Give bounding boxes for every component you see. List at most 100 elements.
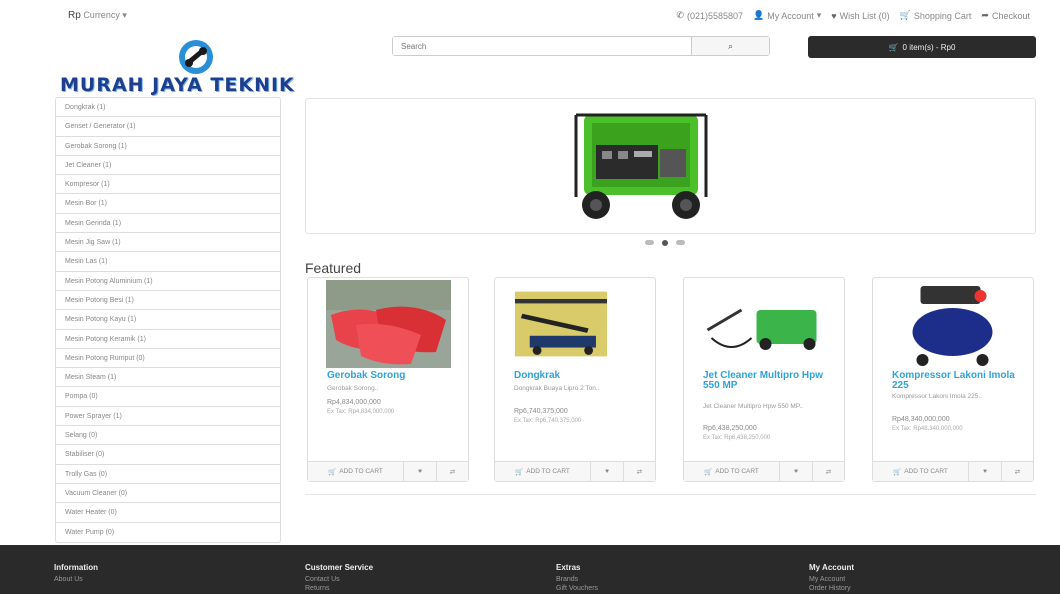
footer-extras: Extras Brands Gift Vouchers xyxy=(556,563,598,593)
category-item[interactable]: Mesin Las (1) xyxy=(56,252,280,272)
slideshow-banner[interactable] xyxy=(305,98,1036,234)
checkout-link[interactable]: ➦ Checkout xyxy=(981,10,1030,21)
checkout-text: Checkout xyxy=(991,10,1030,21)
add-to-cart-label: ADD TO CART xyxy=(715,468,759,475)
slide-dot[interactable] xyxy=(645,240,654,245)
product-card: Jet Cleaner Multipro Hpw 550 MP Jet Clea… xyxy=(683,277,845,482)
product-name[interactable]: Jet Cleaner Multipro Hpw 550 MP xyxy=(703,371,831,391)
category-item[interactable]: Mesin Potong Kayu (1) xyxy=(56,310,280,330)
product-image[interactable] xyxy=(883,280,1023,368)
cart-icon: 🛒 xyxy=(328,468,337,476)
phone-icon: ✆ xyxy=(676,10,684,20)
add-to-cart-button[interactable]: 🛒 ADD TO CART xyxy=(495,462,591,481)
category-item[interactable]: Water Pump (0) xyxy=(56,523,280,542)
cart-icon: 🛒 xyxy=(893,468,902,476)
category-item[interactable]: Stabiliser (0) xyxy=(56,445,280,465)
product-name[interactable]: Gerobak Sorong xyxy=(327,371,455,381)
category-item[interactable]: Mesin Potong Keramik (1) xyxy=(56,330,280,349)
product-description: Gerobak Sorong.. xyxy=(327,385,379,392)
footer-link[interactable]: Returns xyxy=(305,584,373,593)
category-item[interactable]: Water Heater (0) xyxy=(56,503,280,523)
category-item[interactable]: Pompa (0) xyxy=(56,387,280,407)
category-item[interactable]: Mesin Potong Aluminium (1) xyxy=(56,272,280,291)
share-icon: ➦ xyxy=(981,10,989,20)
wishlist-button[interactable]: ♥ xyxy=(591,462,624,481)
category-item[interactable]: Mesin Potong Besi (1) xyxy=(56,291,280,311)
cart-icon: 🛒 xyxy=(899,10,911,20)
cart-button[interactable]: 🛒 0 item(s) - Rp0 xyxy=(808,36,1036,58)
product-image[interactable] xyxy=(326,280,451,368)
caret-down-icon: ▾ xyxy=(122,10,127,20)
slide-dot[interactable] xyxy=(676,240,685,245)
footer-link[interactable]: Order History xyxy=(809,584,854,593)
heart-icon: ♥ xyxy=(983,468,987,475)
compare-button[interactable]: ⇄ xyxy=(813,462,844,481)
category-item[interactable]: Vacuum Cleaner (0) xyxy=(56,484,280,504)
category-item[interactable]: Genset / Generator (1) xyxy=(56,117,280,137)
footer-link[interactable]: My Account xyxy=(809,575,854,584)
user-icon: 👤 xyxy=(753,10,765,20)
footer-link[interactable]: Brands xyxy=(556,575,598,584)
heart-icon: ♥ xyxy=(831,10,837,21)
compare-button[interactable]: ⇄ xyxy=(624,462,655,481)
footer-my-account: My Account My Account Order History xyxy=(809,563,854,593)
product-extax: Ex Tax: Rp4,834,000,000 xyxy=(327,409,395,415)
wish-list-link[interactable]: ♥ Wish List (0) xyxy=(831,10,889,21)
product-description: Dongkrak Buaya Lipro 2 Ton.. xyxy=(514,385,600,392)
compare-button[interactable]: ⇄ xyxy=(437,462,468,481)
currency-label: Currency xyxy=(83,10,120,20)
product-extax: Ex Tax: Rp6,438,250,000 xyxy=(703,435,771,441)
category-item[interactable]: Gerobak Sorong (1) xyxy=(56,137,280,156)
category-item[interactable]: Trolly Gas (0) xyxy=(56,465,280,484)
wishlist-button[interactable]: ♥ xyxy=(780,462,813,481)
product-extax: Ex Tax: Rp6,740,375,000 xyxy=(514,418,582,424)
wishlist-button[interactable]: ♥ xyxy=(404,462,437,481)
footer-link[interactable]: Gift Vouchers xyxy=(556,584,598,593)
shopping-cart-link[interactable]: 🛒 Shopping Cart xyxy=(900,10,972,21)
product-price: Rp6,740,375,000 xyxy=(514,408,568,415)
product-name[interactable]: Kompressor Lakoni Imola 225 xyxy=(892,371,1020,391)
category-item[interactable]: Mesin Steam (1) xyxy=(56,368,280,388)
search-button[interactable]: ⌕ xyxy=(691,37,769,55)
logo[interactable]: MURAH JAYA TEKNIK xyxy=(60,38,360,98)
compare-icon: ⇄ xyxy=(636,468,643,476)
heart-icon: ♥ xyxy=(794,468,798,475)
product-name[interactable]: Dongkrak xyxy=(514,371,642,381)
category-item[interactable]: Kompresor (1) xyxy=(56,175,280,195)
search-bar: ⌕ xyxy=(392,36,770,56)
add-to-cart-button[interactable]: 🛒 ADD TO CART xyxy=(873,462,969,481)
footer-link[interactable]: Contact Us xyxy=(305,575,373,584)
category-item[interactable]: Mesin Jig Saw (1) xyxy=(56,233,280,253)
product-image[interactable] xyxy=(689,280,839,368)
category-item[interactable]: Selang (0) xyxy=(56,426,280,446)
product-extax: Ex Tax: Rp48,340,000,000 xyxy=(892,426,963,432)
compare-button[interactable]: ⇄ xyxy=(1002,462,1033,481)
add-to-cart-button[interactable]: 🛒 ADD TO CART xyxy=(308,462,404,481)
footer-heading: Customer Service xyxy=(305,563,374,572)
category-item[interactable]: Power Sprayer (1) xyxy=(56,407,280,427)
wishlist-button[interactable]: ♥ xyxy=(969,462,1002,481)
footer-link[interactable]: About Us xyxy=(54,575,98,584)
slide-dot-active[interactable] xyxy=(662,240,668,246)
gear-wrench-logo-icon xyxy=(179,40,213,74)
my-account-link[interactable]: 👤 My Account ▾ xyxy=(753,10,821,21)
featured-heading: Featured xyxy=(305,260,362,276)
shopping-cart-text: Shopping Cart xyxy=(913,10,972,21)
product-actions: 🛒 ADD TO CART ♥ ⇄ xyxy=(495,461,655,481)
currency-dropdown[interactable]: Rp Currency ▾ xyxy=(68,10,127,21)
product-image[interactable] xyxy=(515,280,607,368)
category-item[interactable]: Dongkrak (1) xyxy=(56,98,280,118)
category-item[interactable]: Mesin Bor (1) xyxy=(56,194,280,214)
my-account-text: My Account xyxy=(767,10,814,21)
phone-link[interactable]: ✆ (021)5585807 xyxy=(676,10,743,21)
top-bar: Rp Currency ▾ ✆ (021)5585807 👤 My Account ▾… xyxy=(0,0,1060,30)
phone-text: (021)5585807 xyxy=(686,10,744,21)
cart-icon: 🛒 xyxy=(704,468,713,476)
add-to-cart-button[interactable]: 🛒 ADD TO CART xyxy=(684,462,780,481)
product-price: Rp6,438,250,000 xyxy=(703,425,757,432)
category-item[interactable]: Jet Cleaner (1) xyxy=(56,156,280,176)
product-price: Rp48,340,000,000 xyxy=(892,416,950,423)
search-input[interactable] xyxy=(393,37,691,55)
category-item[interactable]: Mesin Gerinda (1) xyxy=(56,214,280,234)
category-item[interactable]: Mesin Potong Rumput (0) xyxy=(56,349,280,369)
